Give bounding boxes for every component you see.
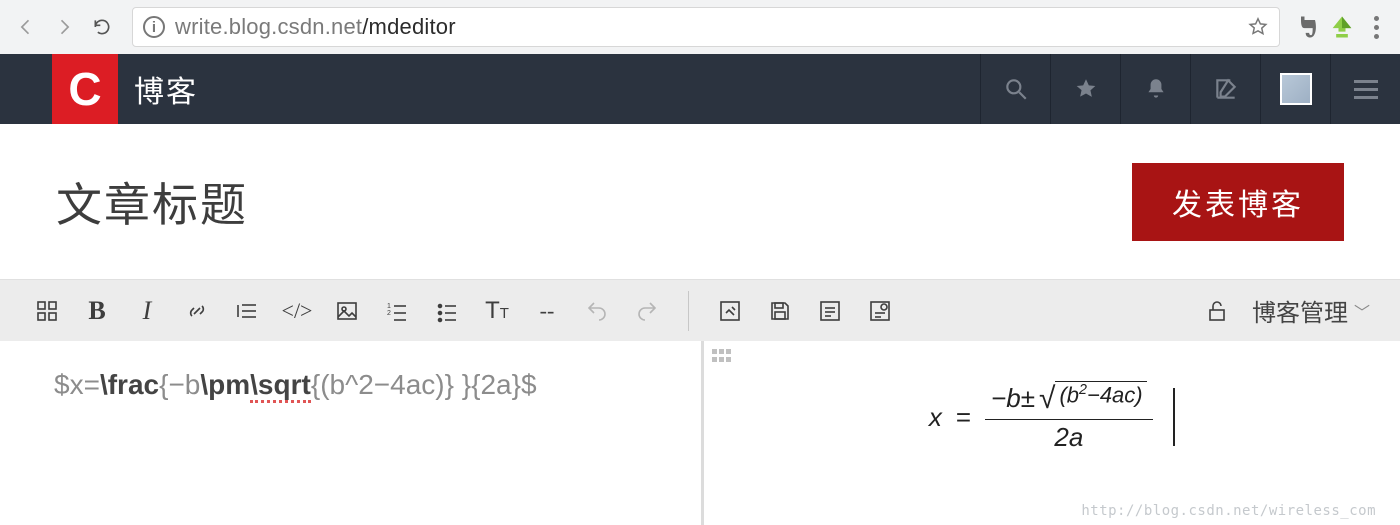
blog-manage-dropdown[interactable]: 博客管理 ﹀ <box>1252 293 1370 328</box>
evernote-icon[interactable] <box>1294 13 1322 41</box>
source-pane[interactable]: $x=\frac{−b\pm\sqrt{(b^2−4ac)} }{2a}$ <box>0 341 704 525</box>
settings-doc-button[interactable] <box>863 294 897 328</box>
site-info-icon[interactable]: i <box>143 16 165 38</box>
drag-handle-icon[interactable] <box>712 349 734 363</box>
image-button[interactable] <box>330 294 364 328</box>
heading-button[interactable]: TT <box>480 294 514 328</box>
bold-button[interactable]: B <box>80 294 114 328</box>
blog-label[interactable]: 博客 <box>134 67 198 111</box>
site-header: C 博客 <box>0 54 1400 124</box>
forward-button[interactable] <box>48 11 80 43</box>
reload-button[interactable] <box>86 11 118 43</box>
ordered-list-button[interactable]: 12 <box>380 294 414 328</box>
download-icon[interactable] <box>1328 13 1356 41</box>
header-star-icon[interactable] <box>1050 54 1120 124</box>
editor-toolbar: B I </> 12 TT -- 博客管理 ﹀ <box>0 279 1400 341</box>
header-write-icon[interactable] <box>1190 54 1260 124</box>
toolbar-separator <box>688 291 689 331</box>
list-button[interactable] <box>813 294 847 328</box>
link-button[interactable] <box>180 294 214 328</box>
bookmark-star-icon[interactable] <box>1247 16 1269 38</box>
title-row: 文章标题 发表博客 <box>0 124 1400 279</box>
source-line: $x=\frac{−b\pm\sqrt{(b^2−4ac)} }{2a}$ <box>54 369 651 402</box>
header-bell-icon[interactable] <box>1120 54 1190 124</box>
watermark-text: http://blog.csdn.net/wireless_com <box>1081 503 1376 519</box>
italic-button[interactable]: I <box>130 294 164 328</box>
header-menu-icon[interactable] <box>1330 54 1400 124</box>
csdn-logo[interactable]: C <box>52 54 118 124</box>
rendered-formula: x = −b± √ (b2−4ac) 2a <box>754 381 1351 453</box>
svg-text:2: 2 <box>387 310 391 317</box>
chevron-down-icon: ﹀ <box>1354 299 1370 323</box>
unordered-list-button[interactable] <box>430 294 464 328</box>
header-qr-icon[interactable] <box>1260 54 1330 124</box>
code-button[interactable]: </> <box>280 294 314 328</box>
editor-split: $x=\frac{−b\pm\sqrt{(b^2−4ac)} }{2a}$ x … <box>0 341 1400 525</box>
cursor-caret <box>1173 388 1175 446</box>
article-title-input[interactable]: 文章标题 <box>56 169 248 235</box>
save-button[interactable] <box>763 294 797 328</box>
edit-mode-button[interactable] <box>713 294 747 328</box>
publish-button[interactable]: 发表博客 <box>1132 163 1344 241</box>
grid-icon[interactable] <box>30 294 64 328</box>
svg-text:1: 1 <box>387 303 391 310</box>
hr-button[interactable]: -- <box>530 294 564 328</box>
quote-button[interactable] <box>230 294 264 328</box>
preview-pane: x = −b± √ (b2−4ac) 2a <box>704 341 1400 525</box>
undo-button[interactable] <box>580 294 614 328</box>
url-text: write.blog.csdn.net/mdeditor <box>175 14 456 40</box>
browser-chrome: i write.blog.csdn.net/mdeditor <box>0 0 1400 54</box>
header-search-icon[interactable] <box>980 54 1050 124</box>
browser-more-icon[interactable] <box>1362 16 1390 39</box>
back-button[interactable] <box>10 11 42 43</box>
url-bar[interactable]: i write.blog.csdn.net/mdeditor <box>132 7 1280 47</box>
redo-button[interactable] <box>630 294 664 328</box>
lock-icon[interactable] <box>1200 294 1234 328</box>
